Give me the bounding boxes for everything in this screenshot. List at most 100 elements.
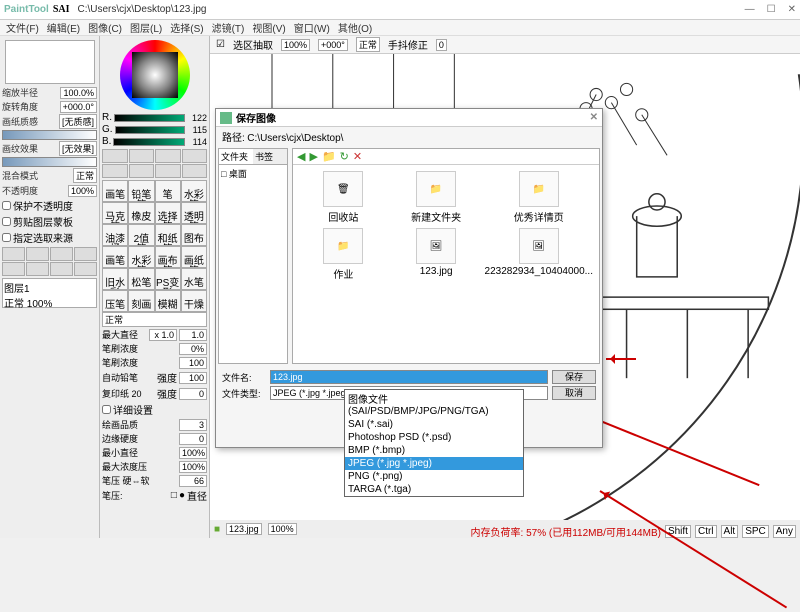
paper2-val[interactable]: 0 bbox=[179, 388, 207, 400]
dialog-titlebar[interactable]: 保存图像 ✕ bbox=[216, 109, 602, 127]
brush[interactable]: 压笔 bbox=[102, 290, 128, 312]
tool-item[interactable] bbox=[155, 149, 181, 163]
r-slider[interactable] bbox=[114, 114, 185, 122]
zoom-combo[interactable]: 100% bbox=[281, 39, 310, 51]
delete-icon[interactable]: ✕ bbox=[353, 150, 362, 163]
brush[interactable]: 松笔 bbox=[128, 268, 154, 290]
brush[interactable]: 水笔 bbox=[181, 268, 207, 290]
brush[interactable]: 和纸笔 bbox=[155, 224, 181, 246]
filetype-option-selected[interactable]: JPEG (*.jpg *.jpeg) bbox=[345, 457, 523, 470]
layer-btn[interactable] bbox=[26, 262, 49, 276]
navigator-thumb[interactable] bbox=[5, 40, 95, 84]
brush[interactable]: 画纸笔 bbox=[181, 246, 207, 268]
brush[interactable]: 画笔 bbox=[102, 180, 128, 202]
brush[interactable]: 水彩笔 bbox=[128, 246, 154, 268]
maximize-button[interactable]: ☐ bbox=[767, 4, 776, 15]
tab-zoom[interactable]: 100% bbox=[268, 523, 297, 535]
filetype-option[interactable]: BMP (*.bmp) bbox=[345, 444, 523, 457]
brush[interactable]: 马克笔 bbox=[102, 202, 128, 224]
q-val[interactable]: 3 bbox=[179, 419, 207, 431]
angle-value[interactable]: +000.0° bbox=[60, 101, 97, 113]
brush[interactable]: 2值笔 bbox=[128, 224, 154, 246]
zoom-value[interactable]: 100.0% bbox=[60, 87, 97, 99]
tool-item[interactable] bbox=[102, 149, 128, 163]
layer-btn[interactable] bbox=[50, 247, 73, 261]
brush[interactable]: 铅笔笔 bbox=[128, 180, 154, 202]
layer-btn[interactable] bbox=[74, 262, 97, 276]
angle-combo[interactable]: +000° bbox=[318, 39, 348, 51]
up-icon[interactable]: 📁 bbox=[322, 150, 336, 163]
filetype-option[interactable]: TARGA (*.tga) bbox=[345, 483, 523, 496]
b-slider[interactable] bbox=[113, 138, 185, 146]
size-mult[interactable]: x 1.0 bbox=[149, 329, 177, 341]
menu-other[interactable]: 其他(O) bbox=[336, 20, 374, 35]
brush[interactable]: 模糊 bbox=[155, 290, 181, 312]
brush[interactable]: 选择笔 bbox=[155, 202, 181, 224]
brush[interactable]: 画笔40 bbox=[102, 246, 128, 268]
brush[interactable]: 旧水彩 bbox=[102, 268, 128, 290]
menu-layer[interactable]: 图层(L) bbox=[128, 20, 164, 35]
menu-select[interactable]: 选择(S) bbox=[168, 20, 205, 35]
edge-val[interactable]: 100 bbox=[179, 372, 207, 384]
file-item[interactable]: 📁作业 bbox=[299, 228, 388, 281]
filetype-dropdown[interactable]: 图像文件 (SAI/PSD/BMP/JPG/PNG/TGA) SAI (*.sa… bbox=[344, 389, 524, 497]
filename-input[interactable] bbox=[270, 370, 548, 384]
effect-slider[interactable] bbox=[2, 157, 97, 167]
file-item[interactable]: 📁新建文件夹 bbox=[392, 171, 481, 224]
press-val[interactable]: 66 bbox=[179, 475, 207, 487]
brush[interactable]: 笔 bbox=[155, 180, 181, 202]
save-button[interactable]: 保存 bbox=[552, 370, 596, 384]
tool-item[interactable] bbox=[182, 149, 208, 163]
filetype-option[interactable]: SAI (*.sai) bbox=[345, 418, 523, 431]
sidebar-tab-folders[interactable]: 文件夹 bbox=[219, 149, 253, 165]
forward-icon[interactable]: ▶ bbox=[309, 150, 317, 163]
menu-file[interactable]: 文件(F) bbox=[4, 20, 41, 35]
stab-value[interactable]: 0 bbox=[436, 39, 447, 51]
sel-extract-label[interactable]: 选区抽取 bbox=[233, 37, 273, 52]
min-val[interactable]: 0% bbox=[179, 343, 207, 355]
sidebar-tab-bookmarks[interactable]: 书签 bbox=[253, 149, 287, 165]
brush[interactable]: 透明笔 bbox=[181, 202, 207, 224]
blend-value[interactable]: 正常 bbox=[73, 168, 97, 183]
file-item[interactable]: 🖼123.jpg bbox=[392, 228, 481, 281]
paper-value[interactable]: [无质感] bbox=[59, 114, 97, 129]
layer-btn[interactable] bbox=[50, 262, 73, 276]
hard-val[interactable]: 0 bbox=[179, 433, 207, 445]
sel-source-checkbox[interactable] bbox=[2, 233, 11, 242]
filetype-option[interactable]: Photoshop PSD (*.psd) bbox=[345, 431, 523, 444]
close-button[interactable]: ✕ bbox=[788, 4, 796, 15]
size-val[interactable]: 1.0 bbox=[179, 329, 207, 341]
brush[interactable]: 画布笔 bbox=[155, 246, 181, 268]
brush[interactable]: 橡皮 bbox=[128, 202, 154, 224]
maxdens-val[interactable]: 100% bbox=[179, 461, 207, 473]
document-tab[interactable]: 123.jpg bbox=[226, 523, 262, 535]
brush[interactable]: 刻画 bbox=[128, 290, 154, 312]
back-icon[interactable]: ◀ bbox=[297, 150, 305, 163]
tool-item[interactable] bbox=[182, 164, 208, 178]
menu-image[interactable]: 图像(C) bbox=[86, 20, 124, 35]
menu-view[interactable]: 视图(V) bbox=[250, 20, 287, 35]
filetype-option[interactable]: 图像文件 (SAI/PSD/BMP/JPG/PNG/TGA) bbox=[345, 390, 523, 418]
brush[interactable]: 油漆桶 bbox=[102, 224, 128, 246]
brush[interactable]: 图布 bbox=[181, 224, 207, 246]
layer-btn[interactable] bbox=[2, 247, 25, 261]
dialog-close-button[interactable]: ✕ bbox=[590, 112, 598, 123]
effect-value[interactable]: [无效果] bbox=[59, 141, 97, 156]
file-item[interactable]: 🖼223282934_10404000... bbox=[485, 228, 593, 281]
layer-btn[interactable] bbox=[26, 247, 49, 261]
tool-item[interactable] bbox=[155, 164, 181, 178]
color-wheel[interactable] bbox=[120, 40, 190, 110]
menu-filter[interactable]: 滤镜(T) bbox=[210, 20, 247, 35]
g-slider[interactable] bbox=[115, 126, 185, 134]
brush[interactable]: 水彩笔 bbox=[181, 180, 207, 202]
tool-item[interactable] bbox=[129, 164, 155, 178]
clip-mask-checkbox[interactable] bbox=[2, 217, 11, 226]
brush[interactable]: PS变形 bbox=[155, 268, 181, 290]
menu-window[interactable]: 窗口(W) bbox=[292, 20, 332, 35]
layer-btn[interactable] bbox=[74, 247, 97, 261]
layer-btn[interactable] bbox=[2, 262, 25, 276]
layer-item[interactable]: 图层1 正常 100% bbox=[4, 280, 95, 310]
brush[interactable]: 干燥 bbox=[181, 290, 207, 312]
refresh-icon[interactable]: ↻ bbox=[340, 150, 349, 163]
layer-list[interactable]: 图层1 正常 100% bbox=[2, 278, 97, 308]
